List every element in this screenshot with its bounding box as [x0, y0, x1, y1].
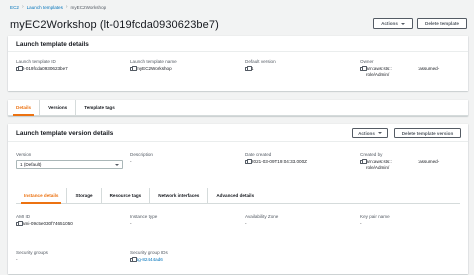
- chevron-right-icon: ›: [21, 4, 24, 10]
- key-pair-name-value: -: [360, 221, 362, 226]
- tab-versions[interactable]: Versions: [40, 100, 77, 115]
- ami-id-value: ami-09c5e030f74651050: [22, 221, 73, 226]
- instance-type-value: -: [130, 221, 132, 226]
- field-label: Instance type: [130, 214, 158, 219]
- breadcrumb-current: myEC2Workshop: [70, 4, 107, 10]
- launch-template-version-details-panel: Launch template version details Actions …: [8, 124, 468, 274]
- field-label: Key pair name: [360, 214, 390, 219]
- field-description: Description -: [130, 152, 153, 165]
- field-security-group-ids: Security group IDs sg-82444ad6: [130, 250, 168, 263]
- version-actions-button[interactable]: Actions: [352, 128, 388, 138]
- tab-resource-tags[interactable]: Resource tags: [102, 188, 151, 203]
- field-value: sg-82444ad6: [130, 257, 168, 263]
- field-launch-template-id: Launch template ID lt-019fcda0930623be7: [16, 59, 68, 72]
- breadcrumb-ec2[interactable]: EC2: [10, 5, 19, 10]
- field-label: AMI ID: [16, 214, 31, 219]
- caret-down-icon: [377, 132, 382, 134]
- delete-template-version-button[interactable]: Delete template version: [394, 128, 461, 138]
- field-launch-template-name: Launch template name myEC2Workshop: [130, 59, 177, 72]
- field-label: Availability Zone: [245, 214, 279, 219]
- launch-template-details-panel: Launch template details Launch template …: [8, 36, 468, 91]
- field-default-version: Default version 1: [245, 59, 276, 72]
- tab-network-interfaces[interactable]: Network interfaces: [150, 188, 209, 203]
- panel-header: Launch template details: [8, 36, 468, 52]
- breadcrumb-launch-templates[interactable]: Launch templates: [27, 5, 63, 10]
- field-created-by: Created by arn:aws:sts:: :assumed- role/…: [360, 152, 439, 171]
- field-availability-zone: Availability Zone -: [245, 214, 278, 227]
- field-date-created: Date created 2021-03-09T19:04:33.000Z: [245, 152, 307, 165]
- field-ami-id: AMI ID ami-09c5e030f74651050: [16, 214, 73, 227]
- main-tabs: Details Versions Template tags: [8, 100, 468, 116]
- field-value: ami-09c5e030f74651050: [16, 221, 73, 227]
- availability-zone-value: -: [245, 221, 247, 226]
- security-groups-value: -: [16, 257, 18, 262]
- copy-icon[interactable]: [360, 159, 367, 165]
- tab-advanced-details[interactable]: Advanced details: [208, 188, 262, 203]
- field-owner: Owner arn:aws:sts:: :assumed- role/Admin…: [360, 59, 439, 78]
- tab-instance-details[interactable]: Instance details: [16, 188, 68, 204]
- copy-icon[interactable]: [16, 221, 23, 227]
- field-label: Launch template ID: [16, 59, 56, 64]
- tab-template-tags[interactable]: Template tags: [76, 100, 123, 115]
- tab-storage[interactable]: Storage: [67, 188, 102, 203]
- owner-value-line2: role/Admin/: [366, 72, 390, 77]
- field-label: Owner: [360, 59, 374, 64]
- copy-icon[interactable]: [130, 257, 137, 263]
- delete-template-button[interactable]: Delete template: [417, 18, 467, 29]
- field-value: myEC2Workshop: [130, 66, 177, 72]
- field-label: Version: [16, 152, 32, 157]
- field-key-pair-name: Key pair name -: [360, 214, 390, 227]
- field-label: Default version: [245, 59, 276, 64]
- description-value: -: [130, 159, 132, 164]
- field-value: 1: [245, 66, 276, 72]
- copy-icon[interactable]: [245, 66, 252, 72]
- delete-template-version-label: Delete template version: [401, 130, 454, 136]
- panel-title: Launch template version details: [16, 130, 114, 137]
- page-title: myEC2Workshop (lt-019fcda0930623be7): [10, 19, 219, 31]
- copy-icon[interactable]: [245, 159, 252, 165]
- launch-template-name-value: myEC2Workshop: [136, 66, 172, 71]
- breadcrumb: EC2 › Launch templates › myEC2Workshop: [10, 3, 106, 11]
- launch-template-id-value: lt-019fcda0930623be7: [22, 66, 68, 71]
- copy-icon[interactable]: [16, 66, 23, 72]
- field-label: Date created: [245, 152, 272, 157]
- chevron-right-icon: ›: [65, 4, 68, 10]
- actions-label: Actions: [381, 21, 398, 26]
- tab-details[interactable]: Details: [8, 100, 41, 116]
- copy-icon[interactable]: [360, 66, 367, 72]
- date-created-value: 2021-03-09T19:04:33.000Z: [251, 159, 307, 164]
- field-label: Description: [130, 152, 153, 157]
- field-label: Launch template name: [130, 59, 177, 64]
- panel-title: Launch template details: [16, 41, 89, 48]
- created-by-line2: role/Admin/: [366, 165, 390, 170]
- field-label: Security groups: [16, 250, 48, 255]
- version-select-value: 1 (Default): [20, 162, 42, 167]
- created-by-line1b: :assumed-: [417, 159, 440, 164]
- field-value: lt-019fcda0930623be7: [16, 66, 68, 72]
- field-label: Security group IDs: [130, 250, 168, 255]
- field-label: Created by: [360, 152, 383, 157]
- sub-tabs: Instance details Storage Resource tags N…: [16, 188, 460, 204]
- field-value: 2021-03-09T19:04:33.000Z: [245, 159, 307, 165]
- copy-icon[interactable]: [130, 66, 137, 72]
- field-instance-type: Instance type -: [130, 214, 157, 227]
- security-group-id-link[interactable]: sg-82444ad6: [136, 257, 163, 263]
- actions-button[interactable]: Actions: [373, 18, 413, 29]
- delete-template-label: Delete template: [425, 21, 459, 26]
- version-select[interactable]: 1 (Default): [16, 160, 123, 169]
- field-security-groups: Security groups -: [16, 250, 48, 263]
- field-version: Version: [16, 152, 31, 159]
- owner-value-line1b: :assumed-: [417, 66, 440, 71]
- actions-label: Actions: [358, 130, 375, 136]
- caret-down-icon: [115, 163, 119, 166]
- caret-down-icon: [400, 22, 405, 25]
